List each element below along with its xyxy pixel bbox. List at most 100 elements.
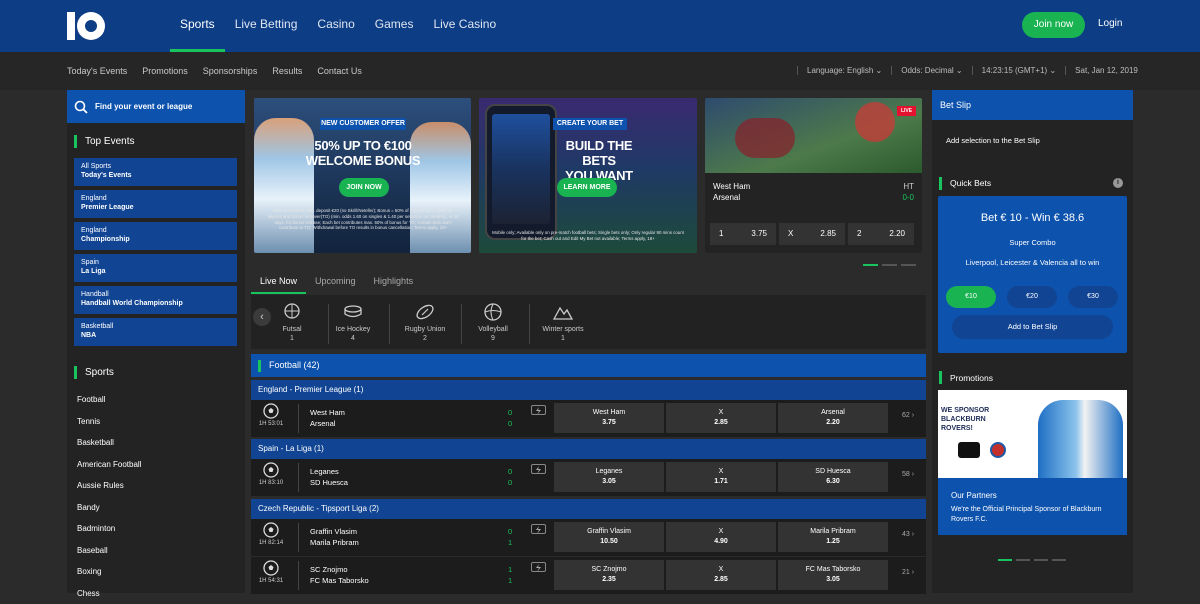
clock-select[interactable]: 14:23:15 (GMT+1) ⌄ [972,66,1066,75]
sport-filter-ice-hockey[interactable]: Ice Hockey4 [318,302,388,343]
more-markets-link[interactable]: 21 › [902,569,914,576]
live-stream-icon[interactable] [531,464,546,474]
link-sponsorships[interactable]: Sponsorships [203,66,258,76]
carousel-dot[interactable] [1034,559,1048,561]
tab-highlights[interactable]: Highlights [365,270,423,292]
bet-slip-header[interactable]: Bet Slip [932,90,1133,120]
sport-list-item[interactable]: Tennis [67,411,245,433]
match-time: 1H 54:31 [254,578,288,584]
league-group-header[interactable]: England - Premier League (1) [251,380,926,400]
link-contact-us[interactable]: Contact Us [317,66,362,76]
add-to-bet-slip-button[interactable]: Add to Bet Slip [952,315,1113,339]
match-row[interactable]: 1H 54:31SC ZnojmoFC Mas Taborsko11SC Zno… [251,557,926,594]
link-promotions[interactable]: Promotions [142,66,188,76]
sport-list-item[interactable]: American Football [67,454,245,476]
top-event-item[interactable]: SpainLa Liga [74,254,237,282]
nav-live-casino[interactable]: Live Casino [423,0,506,52]
live-odds-button[interactable]: X2.85 [779,223,845,245]
carousel-dot[interactable] [882,264,897,266]
odds-button[interactable]: FC Mas Taborsko3.05 [778,560,888,590]
sport-filter-winter-sports[interactable]: Winter sports1 [528,302,598,343]
welcome-bonus-banner[interactable]: NEW CUSTOMER OFFER 50% UP TO €100 WELCOM… [254,98,471,253]
nav-live-betting[interactable]: Live Betting [225,0,308,52]
live-odds-button[interactable]: 13.75 [710,223,776,245]
nav-sports[interactable]: Sports [170,0,225,52]
carousel-dot[interactable] [1052,559,1066,561]
match-row[interactable]: 1H 82:14Graffin VlasimMarila Pribram01Gr… [251,519,926,556]
section-marker [74,366,77,379]
football-section-header[interactable]: Football (42) [251,354,926,377]
sport-list-item[interactable]: Badminton [67,518,245,540]
sport-list-item[interactable]: Boxing [67,561,245,583]
top-event-item[interactable]: BasketballNBA [74,318,237,346]
join-now-banner-button[interactable]: JOIN NOW [339,178,389,197]
match-row[interactable]: 1H 83:10LeganesSD Huesca00Leganes3.05X1.… [251,459,926,496]
tab-upcoming[interactable]: Upcoming [306,270,365,292]
odds-button[interactable]: SC Znojmo2.35 [554,560,664,590]
join-now-button[interactable]: Join now [1022,12,1085,38]
stake-30-button[interactable]: €30 [1068,286,1118,308]
odds-button[interactable]: Graffin Vlasim10.50 [554,522,664,552]
learn-more-button[interactable]: LEARN MORE [557,178,617,197]
stake-20-button[interactable]: €20 [1007,286,1057,308]
sport-list-item[interactable]: Football [67,389,245,411]
odds-button[interactable]: X2.85 [666,560,776,590]
live-stream-icon[interactable] [531,524,546,534]
link-todays-events[interactable]: Today's Events [67,66,127,76]
top-event-item[interactable]: All SportsToday's Events [74,158,237,186]
brand-logo[interactable] [66,10,108,42]
language-select[interactable]: Language: English ⌄ [797,66,891,75]
sport-list-item[interactable]: Bandy [67,497,245,519]
sport-list-item[interactable]: Baseball [67,540,245,562]
sport-filter-futsal[interactable]: Futsal1 [257,302,327,343]
login-link[interactable]: Login [1098,18,1122,29]
tab-live-now[interactable]: Live Now [251,270,306,292]
link-results[interactable]: Results [272,66,302,76]
create-your-bet-banner[interactable]: CREATE YOUR BET BUILD THE BETS YOU WANT … [479,98,697,253]
more-markets-link[interactable]: 62 › [902,412,914,419]
live-stream-icon[interactable] [531,562,546,572]
partners-promo-card[interactable]: WE SPONSOR BLACKBURN ROVERS! Our Partner… [938,390,1127,535]
more-markets-link[interactable]: 43 › [902,531,914,538]
nav-casino[interactable]: Casino [307,0,364,52]
live-match-card[interactable]: LIVE West Ham Arsenal HT 0-0 13.75X2.852… [705,98,922,253]
event-search[interactable]: Find your event or league [67,90,245,123]
match-row[interactable]: 1H 53:01West HamArsenal00West Ham3.75X2.… [251,400,926,437]
away-score: 1 [508,575,512,586]
carousel-dot[interactable] [1016,559,1030,561]
odds-format-select[interactable]: Odds: Decimal ⌄ [891,66,971,75]
odds-button[interactable]: X2.85 [666,403,776,433]
odds-button[interactable]: West Ham3.75 [554,403,664,433]
top-event-item[interactable]: HandballHandball World Championship [74,286,237,314]
odds-button[interactable]: X4.90 [666,522,776,552]
odds-button[interactable]: Arsenal2.20 [778,403,888,433]
top-event-item[interactable]: EnglandChampionship [74,222,237,250]
carousel-dot[interactable] [901,264,916,266]
odds-button[interactable]: SD Huesca6.30 [778,462,888,492]
live-sports-bar: ‹ Futsal1Ice Hockey4Rugby Union2Volleyba… [251,295,926,349]
live-odds-button[interactable]: 22.20 [848,223,914,245]
top-event-category: Spain [81,258,237,267]
league-group-header[interactable]: Spain - La Liga (1) [251,439,926,459]
live-stream-icon[interactable] [531,405,546,415]
live-match-image [705,98,922,173]
sport-filter-label: Futsal [257,325,327,334]
odds-button[interactable]: Marila Pribram1.25 [778,522,888,552]
carousel-dot[interactable] [863,264,878,266]
odds-button[interactable]: Leganes3.05 [554,462,664,492]
sport-list-item[interactable]: Basketball [67,432,245,454]
top-event-item[interactable]: EnglandPremier League [74,190,237,218]
carousel-dot[interactable] [998,559,1012,561]
divider [298,561,299,590]
sport-list-item[interactable]: Aussie Rules [67,475,245,497]
nav-games[interactable]: Games [365,0,424,52]
sport-filter-volleyball[interactable]: Volleyball9 [458,302,528,343]
odds-button[interactable]: X1.71 [666,462,776,492]
home-score: 1 [508,564,512,575]
more-markets-link[interactable]: 58 › [902,471,914,478]
league-group-header[interactable]: Czech Republic - Tipsport Liga (2) [251,499,926,519]
info-icon[interactable]: i [1113,178,1123,188]
sport-filter-rugby-union[interactable]: Rugby Union2 [390,302,460,343]
sport-list-item[interactable]: Chess [67,583,245,604]
stake-10-button[interactable]: €10 [946,286,996,308]
